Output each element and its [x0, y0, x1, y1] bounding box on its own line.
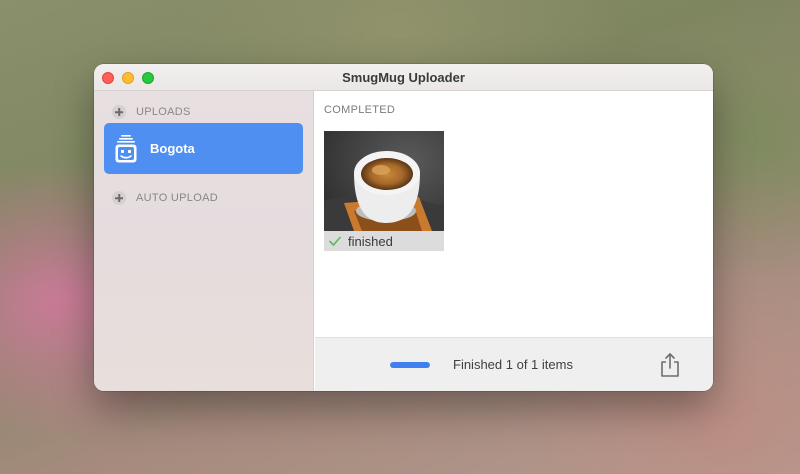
progress-bar-fill — [390, 362, 430, 368]
sidebar: UPLOADS Bogota AUTO UPLOAD — [94, 91, 314, 391]
caption-text: finished — [348, 233, 393, 249]
add-upload-icon[interactable] — [112, 105, 126, 119]
album-icon — [115, 134, 137, 162]
status-text: Finished 1 of 1 items — [453, 357, 573, 372]
upload-thumbnail[interactable]: finished — [324, 131, 444, 251]
thumbnail-caption: finished — [324, 231, 444, 251]
auto-upload-header: AUTO UPLOAD — [112, 190, 218, 206]
progress-bar — [390, 362, 430, 368]
uploads-header: UPLOADS — [112, 104, 191, 120]
auto-upload-label: AUTO UPLOAD — [136, 192, 218, 204]
status-footer: Finished 1 of 1 items — [315, 337, 713, 391]
title-bar: SmugMug Uploader — [94, 64, 713, 91]
sidebar-item-bogota[interactable]: Bogota — [104, 123, 303, 174]
main-content: COMPLETED finished — [315, 91, 713, 337]
coffee-photo — [324, 131, 444, 231]
completed-header: COMPLETED — [324, 104, 396, 116]
uploader-window: SmugMug Uploader UPLOADS Bogota AUTO UPL… — [94, 64, 713, 391]
add-auto-upload-icon[interactable] — [112, 191, 126, 205]
uploads-label: UPLOADS — [136, 106, 191, 118]
sidebar-item-label: Bogota — [150, 141, 195, 156]
check-icon — [329, 236, 341, 246]
window-title: SmugMug Uploader — [342, 70, 465, 85]
share-icon[interactable] — [659, 352, 681, 378]
